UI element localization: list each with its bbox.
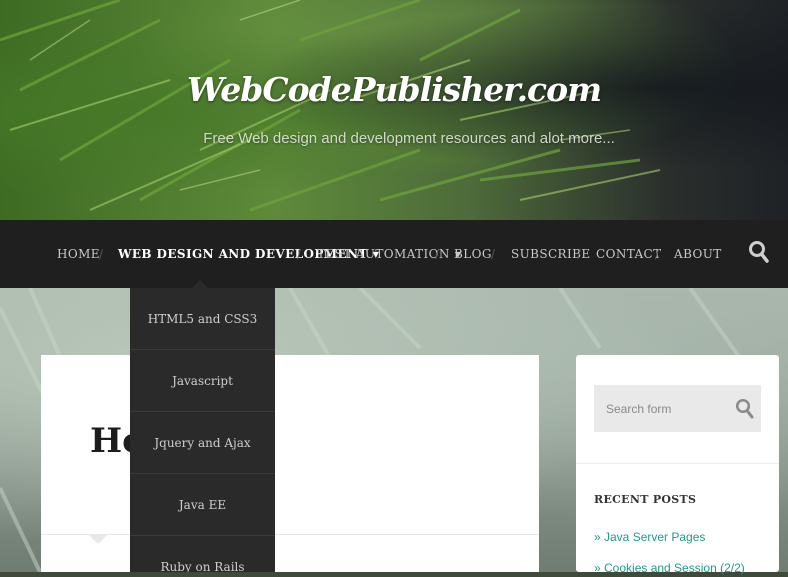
nav-item-label: Contact xyxy=(596,247,662,261)
nav-item-home[interactable]: Home xyxy=(57,220,100,288)
sidebar-search xyxy=(594,385,761,432)
search-icon[interactable] xyxy=(748,240,770,264)
search-icon[interactable] xyxy=(735,398,755,420)
nav-separator: / xyxy=(99,247,104,261)
nav-item-contact[interactable]: Contact xyxy=(596,220,662,288)
nav-separator: / xyxy=(655,247,660,261)
nav-separator: / xyxy=(491,247,496,261)
divider xyxy=(576,463,779,464)
sidebar: Recent Posts » Java Server Pages » Cooki… xyxy=(576,355,779,575)
recent-post-link[interactable]: » Cookies and Session (2/2) xyxy=(594,561,745,575)
site-title[interactable]: WebCodePublisher.com xyxy=(0,70,788,109)
submenu-item-jquery-ajax[interactable]: Jquery and Ajax xyxy=(130,412,275,474)
search-input[interactable] xyxy=(594,385,736,432)
submenu-web-design: HTML5 and CSS3 Javascript Jquery and Aja… xyxy=(130,288,275,572)
nav-item-label: About xyxy=(674,247,722,261)
site-tagline: Free Web design and development resource… xyxy=(203,130,615,147)
nav-item-about[interactable]: About xyxy=(674,220,722,288)
content-card: Home xyxy=(41,355,539,572)
recent-post-link[interactable]: » Java Server Pages xyxy=(594,530,705,544)
nav-item-test-automation[interactable]: Test Automation ▼ xyxy=(317,220,461,288)
divider xyxy=(41,534,539,535)
nav-separator: / xyxy=(297,247,302,261)
submenu-item-ruby-on-rails[interactable]: Ruby on Rails xyxy=(130,536,275,572)
nav-item-label: Home xyxy=(57,247,100,261)
main-nav: Home / Web Design and Development ▼ / Tes… xyxy=(0,220,788,288)
nav-item-blog[interactable]: Blog xyxy=(454,220,492,288)
nav-item-label: Test Automation xyxy=(317,247,450,261)
dropdown-pointer xyxy=(192,280,208,288)
submenu-item-html5-css3[interactable]: HTML5 and CSS3 xyxy=(130,288,275,350)
header-banner: WebCodePublisher.com Free Web design and… xyxy=(0,0,788,220)
recent-posts-title: Recent Posts xyxy=(594,493,697,506)
foliage-background xyxy=(0,0,661,212)
divider-notch xyxy=(89,535,107,544)
submenu-item-javascript[interactable]: Javascript xyxy=(130,350,275,412)
nav-separator: / xyxy=(435,247,440,261)
nav-item-label: Blog xyxy=(454,247,492,261)
nav-separator: / xyxy=(577,247,582,261)
submenu-item-java-ee[interactable]: Java EE xyxy=(130,474,275,536)
